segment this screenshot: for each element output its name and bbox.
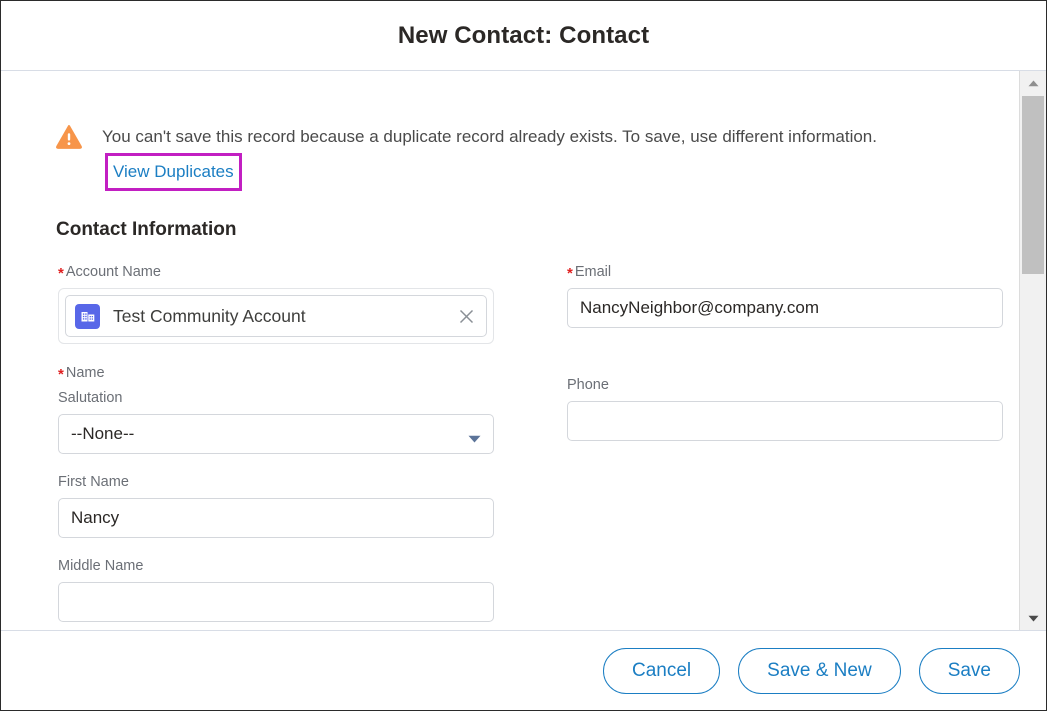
- scroll-up-button[interactable]: [1020, 71, 1046, 95]
- scrollbar-track[interactable]: [1020, 95, 1046, 606]
- modal-body: You can't save this record because a dup…: [1, 71, 1046, 630]
- warning-triangle-icon: [56, 124, 82, 150]
- close-icon[interactable]: [454, 304, 478, 328]
- name-label-text: Name: [65, 365, 105, 381]
- email-value: NancyNeighbor@company.com: [580, 298, 819, 317]
- form-column-left: * Account Name Test Community Account * …: [1, 263, 510, 622]
- field-middle-name: Middle Name: [58, 557, 510, 622]
- scroll-down-button[interactable]: [1020, 606, 1046, 630]
- contact-form-grid: * Account Name Test Community Account * …: [1, 241, 1019, 622]
- required-marker: *: [567, 265, 573, 282]
- field-phone: Phone: [567, 376, 1019, 441]
- field-first-name: First Name Nancy: [58, 473, 510, 538]
- field-salutation: Salutation --None--: [58, 389, 510, 454]
- salutation-label: Salutation: [58, 390, 123, 406]
- account-building-icon: [75, 303, 100, 329]
- salutation-select[interactable]: --None--: [58, 414, 494, 454]
- phone-field[interactable]: [567, 401, 1003, 441]
- middle-name-input[interactable]: [58, 582, 494, 622]
- view-duplicates-link[interactable]: View Duplicates: [113, 162, 234, 181]
- modal-footer: Cancel Save & New Save: [1, 630, 1046, 710]
- email-field[interactable]: NancyNeighbor@company.com: [567, 288, 1003, 328]
- modal-body-scroll-region: You can't save this record because a dup…: [1, 71, 1019, 630]
- email-label-text: Email: [574, 264, 612, 280]
- salutation-value: --None--: [71, 424, 135, 443]
- save-and-new-button[interactable]: Save & New: [738, 647, 901, 694]
- required-marker: *: [58, 366, 64, 383]
- field-account-name: * Account Name Test Community Account: [58, 263, 510, 344]
- account-name-label: * Account Name: [58, 263, 510, 282]
- first-name-value: Nancy: [71, 508, 120, 527]
- phone-label: Phone: [567, 377, 609, 393]
- modal-header: New Contact: Contact: [1, 1, 1046, 71]
- account-name-value: Test Community Account: [113, 305, 306, 326]
- save-button[interactable]: Save: [918, 647, 1020, 694]
- duplicate-warning-message: You can't save this record because a dup…: [102, 127, 877, 146]
- new-contact-modal: New Contact: Contact You can't save this…: [0, 0, 1047, 711]
- page-title: New Contact: Contact: [397, 21, 650, 49]
- cancel-button[interactable]: Cancel: [602, 647, 721, 694]
- section-heading-contact-information: Contact Information: [56, 219, 237, 240]
- account-name-label-text: Account Name: [65, 264, 161, 280]
- middle-name-label: Middle Name: [58, 558, 144, 574]
- duplicate-warning-banner: You can't save this record because a dup…: [1, 71, 1019, 191]
- required-marker: *: [58, 265, 64, 282]
- first-name-input[interactable]: Nancy: [58, 498, 494, 538]
- name-label: * Name: [58, 364, 510, 383]
- first-name-label: First Name: [58, 474, 129, 490]
- chevron-down-icon: [468, 430, 481, 443]
- view-duplicates-highlight: View Duplicates: [105, 153, 242, 191]
- email-label: * Email: [567, 263, 1019, 282]
- account-name-lookup-pill[interactable]: Test Community Account: [65, 295, 487, 337]
- account-name-lookup[interactable]: Test Community Account: [58, 288, 494, 344]
- scrollbar-thumb[interactable]: [1022, 96, 1044, 274]
- field-email: * Email NancyNeighbor@company.com: [567, 263, 1019, 328]
- form-column-right: * Email NancyNeighbor@company.com Phone: [510, 263, 1019, 622]
- vertical-scrollbar[interactable]: [1019, 71, 1046, 630]
- field-name-group: * Name: [58, 364, 510, 383]
- duplicate-warning-text: You can't save this record because a dup…: [102, 121, 947, 191]
